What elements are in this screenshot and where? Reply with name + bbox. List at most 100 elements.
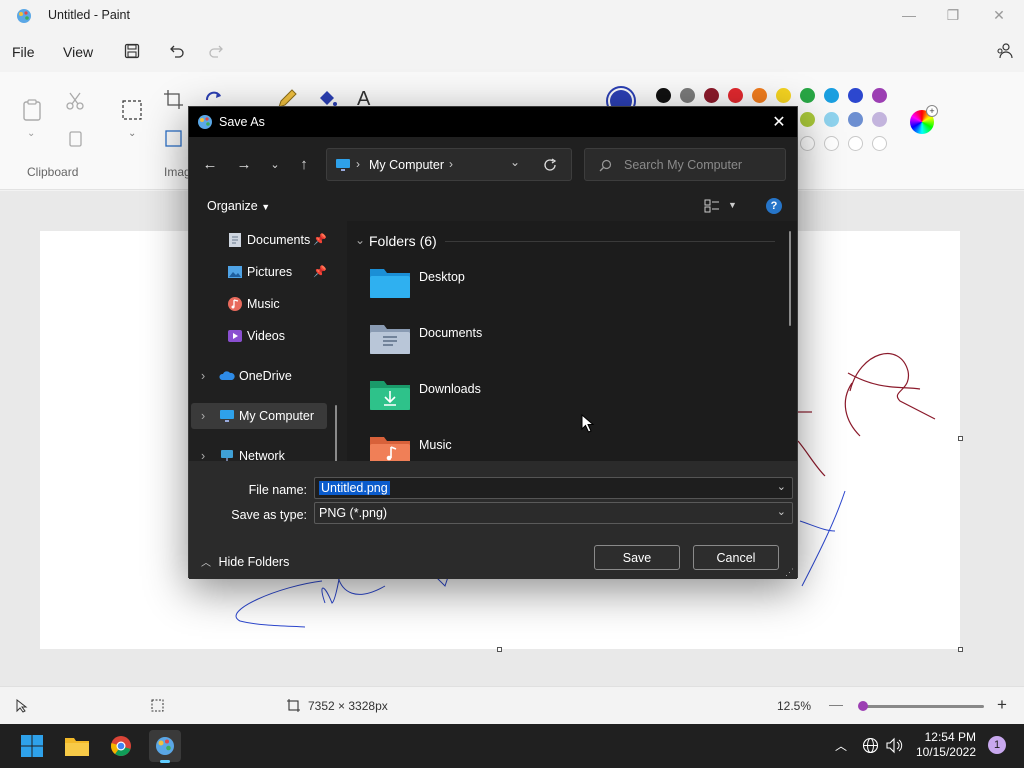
view-menu[interactable]: View xyxy=(63,44,93,60)
resize-handle-corner[interactable] xyxy=(958,647,963,652)
maximize-button[interactable]: ❐ xyxy=(930,0,976,30)
color-swatch[interactable] xyxy=(680,88,695,103)
nav-label-pictures: Pictures xyxy=(247,265,293,279)
clock[interactable]: 12:54 PM 10/15/2022 xyxy=(916,730,976,760)
custom-color-slot[interactable] xyxy=(872,136,887,151)
chrome-taskbar-button[interactable] xyxy=(105,730,137,762)
crop-icon[interactable] xyxy=(163,89,185,111)
resize-icon[interactable] xyxy=(163,128,185,150)
up-button[interactable]: ↑ xyxy=(293,154,315,174)
organize-button[interactable]: Organize ▼ xyxy=(207,199,270,213)
folder-item-documents[interactable]: Documents xyxy=(369,321,669,361)
show-hidden-icons-button[interactable]: ︿ xyxy=(835,737,847,754)
breadcrumb-chevron-icon[interactable]: › xyxy=(449,157,453,171)
color-swatch[interactable] xyxy=(704,88,719,103)
color-swatch[interactable] xyxy=(848,112,863,127)
resize-handle-right[interactable] xyxy=(958,436,963,441)
color-swatch[interactable] xyxy=(752,88,767,103)
file-list-scrollbar[interactable] xyxy=(789,231,791,326)
nav-item-videos[interactable]: Videos xyxy=(189,323,339,349)
color-swatch[interactable] xyxy=(656,88,671,103)
color-swatch[interactable] xyxy=(848,88,863,103)
globe-icon[interactable] xyxy=(862,737,879,754)
paste-icon[interactable] xyxy=(21,99,43,121)
color-swatch[interactable] xyxy=(872,88,887,103)
color-swatch[interactable] xyxy=(824,88,839,103)
dialog-close-button[interactable]: ✕ xyxy=(767,111,791,133)
custom-color-slot[interactable] xyxy=(800,136,815,151)
file-name-field[interactable]: Untitled.png ⌄ xyxy=(314,477,793,499)
zoom-slider-thumb[interactable] xyxy=(858,701,868,711)
nav-item-my-computer[interactable]: › My Computer xyxy=(191,403,327,429)
nav-item-pictures[interactable]: Pictures 📌 xyxy=(189,259,339,285)
file-name-value[interactable]: Untitled.png xyxy=(319,481,390,495)
resize-grip-icon[interactable]: ⋰ xyxy=(785,567,794,578)
nav-item-network[interactable]: › Network xyxy=(189,443,339,461)
pin-icon: 📌 xyxy=(313,234,327,246)
file-explorer-taskbar-button[interactable] xyxy=(61,730,93,762)
group-collapse-icon[interactable]: ⌄ xyxy=(355,233,365,247)
hide-folders-button[interactable]: ︿ Hide Folders xyxy=(201,554,289,569)
folder-label-downloads: Downloads xyxy=(419,382,481,396)
expand-chevron-icon[interactable]: › xyxy=(201,369,205,383)
custom-color-slot[interactable] xyxy=(848,136,863,151)
nav-item-music[interactable]: Music xyxy=(189,291,339,317)
zoom-slider[interactable] xyxy=(858,701,984,711)
copy-icon[interactable] xyxy=(64,128,86,150)
folders-group-header[interactable]: Folders (6) xyxy=(369,233,437,249)
cancel-button[interactable]: Cancel xyxy=(693,545,779,570)
redo-button[interactable] xyxy=(206,41,226,61)
volume-icon[interactable] xyxy=(885,737,903,754)
undo-button[interactable] xyxy=(167,41,187,61)
color-swatch[interactable] xyxy=(800,88,815,103)
folder-item-desktop[interactable]: Desktop xyxy=(369,265,669,305)
color-swatch[interactable] xyxy=(728,88,743,103)
custom-color-slot[interactable] xyxy=(824,136,839,151)
cut-icon[interactable] xyxy=(64,90,86,112)
color-swatch[interactable] xyxy=(824,112,839,127)
color-swatch[interactable] xyxy=(776,88,791,103)
resize-handle-bottom[interactable] xyxy=(497,647,502,652)
save-type-label: Save as type: xyxy=(231,508,307,522)
paint-taskbar-button[interactable] xyxy=(149,730,181,763)
notification-badge[interactable]: 1 xyxy=(988,736,1006,754)
forward-button[interactable]: → xyxy=(233,154,255,174)
undo-icon xyxy=(170,45,184,58)
file-menu[interactable]: File xyxy=(12,44,35,60)
zoom-in-button[interactable]: + xyxy=(997,695,1007,715)
paste-chevron-icon[interactable]: ⌄ xyxy=(27,128,35,139)
refresh-icon[interactable] xyxy=(543,158,557,172)
select-chevron-icon[interactable]: ⌄ xyxy=(128,128,136,139)
expand-chevron-icon[interactable]: › xyxy=(201,409,205,423)
file-name-dropdown-icon[interactable]: ⌄ xyxy=(777,480,786,493)
search-box[interactable]: Search My Computer xyxy=(584,148,786,181)
zoom-out-button[interactable]: — xyxy=(829,696,843,712)
color-swatch[interactable] xyxy=(872,112,887,127)
color-swatch[interactable] xyxy=(800,112,815,127)
address-bar[interactable]: › My Computer › ⌄ xyxy=(326,148,572,181)
save-type-dropdown-icon[interactable]: ⌄ xyxy=(777,505,786,518)
select-icon[interactable] xyxy=(121,99,143,121)
nav-item-onedrive[interactable]: › OneDrive xyxy=(189,363,339,389)
account-button[interactable] xyxy=(994,41,1014,61)
close-window-button[interactable]: ✕ xyxy=(976,0,1022,30)
expand-chevron-icon[interactable]: › xyxy=(201,449,205,461)
recent-locations-button[interactable]: ⌄ xyxy=(264,154,286,174)
view-options-icon[interactable] xyxy=(704,199,720,213)
view-dropdown-icon[interactable]: ▼ xyxy=(728,200,737,210)
address-location[interactable]: My Computer xyxy=(369,158,444,172)
start-button[interactable] xyxy=(16,730,48,762)
save-button[interactable]: Save xyxy=(594,545,680,570)
folder-item-downloads[interactable]: Downloads xyxy=(369,377,669,417)
help-icon[interactable]: ? xyxy=(766,198,782,214)
add-color-icon[interactable]: + xyxy=(926,105,938,117)
folder-item-music[interactable]: Music xyxy=(369,433,669,461)
nav-scrollbar[interactable] xyxy=(335,405,337,461)
nav-item-documents[interactable]: Documents 📌 xyxy=(189,227,339,253)
address-dropdown-icon[interactable]: ⌄ xyxy=(510,155,520,169)
search-placeholder: Search My Computer xyxy=(624,158,743,172)
save-quick-button[interactable] xyxy=(122,41,142,61)
back-button[interactable]: ← xyxy=(199,154,221,174)
save-type-select[interactable]: PNG (*.png) ⌄ xyxy=(314,502,793,524)
minimize-button[interactable]: — xyxy=(886,0,932,30)
